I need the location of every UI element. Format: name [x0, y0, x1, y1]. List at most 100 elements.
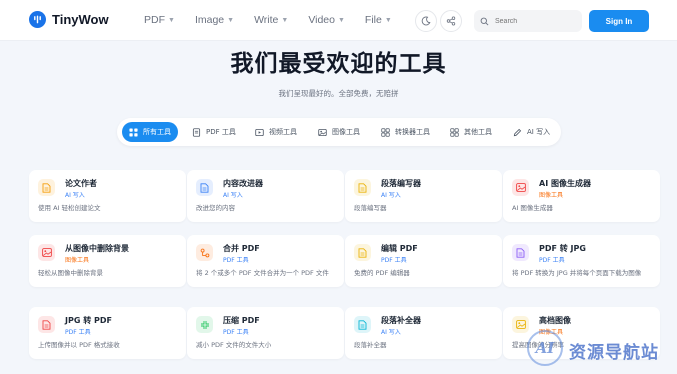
tab-pdf-tools[interactable]: PDF 工具 [185, 122, 243, 142]
tool-card-title: 段落补全器 [381, 316, 421, 325]
tool-card[interactable]: AI 图像生成器 图像工具 AI 图像生成器 [503, 170, 660, 222]
tool-card-description: 段落补全器 [354, 341, 387, 349]
tool-card[interactable]: 内容改进器 AI 写入改进您的内容 [187, 170, 344, 222]
tool-card-description: 使用 AI 轻松创建论文 [38, 204, 101, 212]
nav-label: File [364, 14, 382, 26]
chevron-down-icon: ▼ [168, 16, 175, 24]
tab-label: 图像工具 [332, 128, 360, 136]
watermark-text: 资源导航站 [569, 343, 659, 363]
top-navbar: TinyWow PDF ▼ Image ▼ Write ▼ Video ▼ File ▼ … [0, 0, 677, 41]
tool-card-category: AI 写入 [381, 192, 401, 199]
page-subtitle: 我们呈现最好的。全部免费，无赔拼 [278, 89, 399, 98]
tool-card[interactable]: 论文作者 AI 写入 使用 AI 轻松创建论文 [29, 170, 186, 222]
document-icon [38, 179, 55, 196]
share-button[interactable] [440, 10, 462, 32]
chevron-down-icon: ▼ [384, 16, 392, 24]
tool-card-description: 上传图像并以 PDF 格式接收 [38, 341, 120, 349]
tool-card[interactable]: PDF 转 JPG PDF 工具将 PDF 转换为 JPG 并将每个页面下载为图像 [503, 235, 660, 287]
tool-card-category: 图像工具 [65, 257, 90, 264]
tab-label: PDF 工具 [206, 128, 236, 136]
compress-icon [196, 316, 213, 333]
share-icon [446, 16, 456, 26]
converter-icon [381, 127, 390, 137]
apps-icon [450, 127, 459, 137]
tool-card-category: PDF 工具 [539, 257, 565, 264]
tab-label: 其他工具 [464, 128, 492, 136]
search-icon [480, 17, 489, 25]
tab-converter-tools[interactable]: 转换器工具 [374, 122, 437, 142]
tab-image-tools[interactable]: 图像工具 [311, 122, 367, 142]
tool-card-title: 论文作者 [65, 179, 97, 188]
tool-card-category: 图像工具 [539, 192, 564, 199]
tool-card[interactable]: 编辑 PDF PDF 工具 免费的 PDF 编辑器 [345, 235, 502, 287]
tool-card-category: AI 写入 [381, 329, 401, 336]
tool-card-description: 改进您的内容 [196, 204, 235, 212]
tool-card-title: 内容改进器 [223, 179, 263, 188]
tab-ai-write[interactable]: AI 写入 [506, 122, 557, 142]
tool-card[interactable]: 压缩 PDF PDF 工具 减小 PDF 文件的文件大小 [187, 307, 344, 359]
tab-label: AI 写入 [527, 128, 551, 136]
document-icon [512, 244, 529, 261]
picture-icon [38, 244, 55, 261]
moon-icon [421, 16, 431, 26]
watermark-mark: AI [527, 330, 563, 366]
tool-card-description: 将 PDF 转换为 JPG 并将每个页面下载为图像 [512, 269, 642, 277]
nav-label: Write [254, 14, 279, 26]
tool-card-title: 编辑 PDF [381, 244, 418, 253]
tool-card-description: 段落编写器 [354, 204, 387, 212]
watermark-logo: AI 资源导航站 [527, 330, 677, 370]
tool-card[interactable]: JPG 转 PDF PDF 工具上传图像并以 PDF 格式接收 [29, 307, 186, 359]
tool-card-description: 减小 PDF 文件的文件大小 [196, 341, 272, 349]
chevron-down-icon: ▼ [337, 16, 345, 24]
merge-icon [196, 244, 213, 261]
pdf-icon [192, 127, 201, 137]
tab-video-tools[interactable]: 视频工具 [248, 122, 304, 142]
tool-card-category: PDF 工具 [223, 257, 249, 264]
page-title: 我们最受欢迎的工具 [230, 51, 447, 77]
pen-icon [513, 128, 522, 136]
nav-pdf[interactable]: PDF ▼ [144, 14, 175, 26]
nav-image[interactable]: Image ▼ [195, 14, 234, 26]
tool-card[interactable]: 从图像中删除背景 图像工具轻松从图像中删除背景 [29, 235, 186, 287]
search-input[interactable] [495, 17, 565, 25]
nav-video[interactable]: Video ▼ [308, 14, 345, 26]
nav-file[interactable]: File ▼ [365, 14, 392, 26]
tool-card-description: 轻松从图像中删除背景 [38, 269, 103, 277]
tool-card[interactable]: 段落补全器 AI 写入 段落补全器 [345, 307, 502, 359]
chevron-down-icon: ▼ [281, 16, 289, 24]
nav-label: Image [194, 14, 225, 26]
nav-write[interactable]: Write ▼ [254, 14, 288, 26]
main-nav: PDF ▼ Image ▼ Write ▼ Video ▼ File ▼ [144, 14, 392, 26]
tab-label: 所有工具 [143, 128, 171, 136]
tool-card-title: 压缩 PDF [223, 316, 260, 325]
tool-card-category: PDF 工具 [65, 329, 91, 336]
logo-icon [29, 11, 46, 28]
tool-card-description: 将 2 个或多个 PDF 文件合并为一个 PDF 文件 [196, 269, 329, 277]
tab-all-tools[interactable]: 所有工具 [122, 122, 178, 142]
tab-label: 转换器工具 [395, 128, 430, 136]
document-icon [354, 244, 371, 261]
tool-card-title: 从图像中删除背景 [65, 244, 129, 253]
image-icon [318, 128, 327, 136]
tool-card[interactable]: 合并 PDF PDF 工具将 2 个或多个 PDF 文件合并为一个 PDF 文件 [187, 235, 344, 287]
tool-card-title: AI 图像生成器 [539, 179, 591, 188]
tool-card-category: AI 写入 [223, 192, 243, 199]
tool-card-title: 合并 PDF [223, 244, 260, 253]
tool-card-title: 高档图像 [539, 316, 571, 325]
tool-card[interactable]: 段落编写器 AI 写入 段落编写器 [345, 170, 502, 222]
tab-label: 视频工具 [269, 128, 297, 136]
tool-card-category: PDF 工具 [381, 257, 407, 264]
sign-in-button[interactable]: Sign In [589, 10, 649, 32]
tool-card-title: PDF 转 JPG [539, 244, 586, 253]
document-icon [354, 316, 371, 333]
dark-mode-toggle[interactable] [415, 10, 437, 32]
tool-card-title: JPG 转 PDF [65, 316, 112, 325]
picture-icon [512, 179, 529, 196]
grid-icon [129, 127, 138, 137]
tab-other-tools[interactable]: 其他工具 [443, 122, 499, 142]
search-box[interactable] [474, 10, 582, 32]
logo[interactable]: TinyWow [29, 11, 109, 28]
nav-label: Video [308, 14, 335, 26]
video-icon [255, 128, 264, 136]
category-tabs: 所有工具 PDF 工具 视频工具 图像工具 转换器工具 其他工具 AI 写入 [117, 118, 561, 146]
